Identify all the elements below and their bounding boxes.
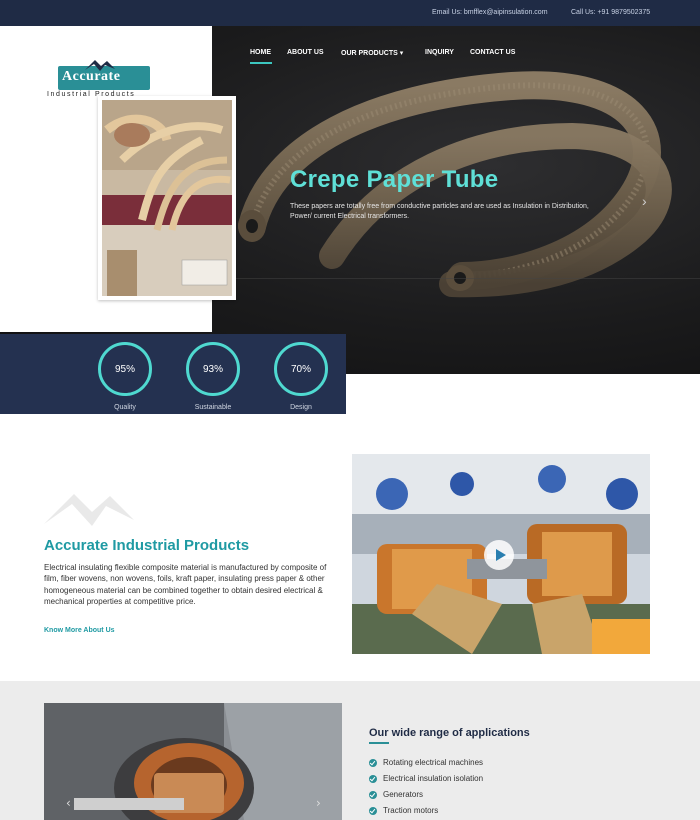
list-item-label: Electrical insulation isolation bbox=[383, 774, 484, 783]
nav-about-us[interactable]: ABOUT US bbox=[287, 49, 324, 56]
hero-description: These papers are totally free from condu… bbox=[290, 203, 589, 220]
check-icon bbox=[369, 775, 377, 783]
tube-installation-photo bbox=[102, 100, 232, 296]
stat-ring: 70% bbox=[274, 342, 328, 396]
stat-design: 70% Design bbox=[273, 342, 329, 411]
about-title: Accurate Industrial Products bbox=[44, 537, 250, 554]
email-link[interactable]: Email Us: bmfflex@aipinsulation.com bbox=[432, 9, 548, 16]
list-item-label: Generators bbox=[383, 790, 424, 799]
check-icon bbox=[369, 791, 377, 799]
stat-label: Quality bbox=[114, 404, 136, 411]
list-item: Electrical insulation isolation bbox=[369, 773, 483, 789]
stat-quality: 95% Quality bbox=[97, 342, 153, 411]
nav-contact-us[interactable]: CONTACT US bbox=[470, 49, 515, 56]
applications-list: Rotating electrical machines Electrical … bbox=[369, 757, 483, 820]
applications-title: Our wide range of applications bbox=[369, 727, 530, 739]
list-item-label: Traction motors bbox=[383, 806, 439, 815]
svg-text:‹: ‹ bbox=[66, 796, 71, 810]
stat-value: 95% bbox=[114, 363, 135, 375]
stat-label: Design bbox=[290, 404, 312, 411]
list-item: Traction motors bbox=[369, 805, 483, 820]
phone-link[interactable]: Call Us: +91 9879502375 bbox=[571, 9, 650, 16]
slider-next-arrow-icon[interactable]: › bbox=[642, 193, 647, 209]
stat-sustainable: 93% Sustainable bbox=[185, 342, 241, 411]
nav-inquiry[interactable]: INQUIRY bbox=[425, 49, 454, 56]
list-item-label: Rotating electrical machines bbox=[383, 758, 484, 767]
play-video-icon[interactable] bbox=[484, 540, 514, 570]
motor-slider: ‹ › bbox=[44, 703, 342, 820]
crepe-paper-tube-image bbox=[238, 71, 672, 298]
stat-value: 93% bbox=[202, 363, 223, 375]
stats-panel: 95% Quality 93% Sustainable 70% Design bbox=[0, 334, 346, 414]
about-text: Electrical insulating flexible composite… bbox=[44, 563, 327, 607]
stat-label: Sustainable bbox=[194, 404, 232, 411]
applications-underline bbox=[369, 742, 389, 744]
stat-ring: 93% bbox=[186, 342, 240, 396]
svg-text:›: › bbox=[316, 796, 321, 810]
hero-title: Crepe Paper Tube bbox=[290, 166, 499, 193]
nav-active-indicator bbox=[250, 62, 272, 64]
logo-name: Accurate bbox=[62, 69, 121, 84]
logo-watermark-icon bbox=[44, 494, 134, 526]
nav-our-products[interactable]: OUR PRODUCTS ▾ bbox=[341, 49, 403, 57]
page: Email Us: bmfflex@aipinsulation.com Call… bbox=[0, 0, 700, 820]
check-icon bbox=[369, 759, 377, 767]
list-item: Generators bbox=[369, 789, 483, 805]
top-info-bar: Email Us: bmfflex@aipinsulation.com Call… bbox=[0, 0, 700, 26]
product-photo-card bbox=[98, 96, 236, 300]
check-icon bbox=[369, 807, 377, 815]
stat-value: 70% bbox=[290, 363, 311, 375]
list-item: Rotating electrical machines bbox=[369, 757, 483, 773]
electric-motor-photo: ‹ › bbox=[44, 703, 342, 820]
know-more-link[interactable]: Know More About Us bbox=[44, 627, 115, 634]
stat-ring: 95% bbox=[98, 342, 152, 396]
nav-home[interactable]: HOME bbox=[250, 49, 271, 56]
hero-divider bbox=[212, 278, 700, 279]
